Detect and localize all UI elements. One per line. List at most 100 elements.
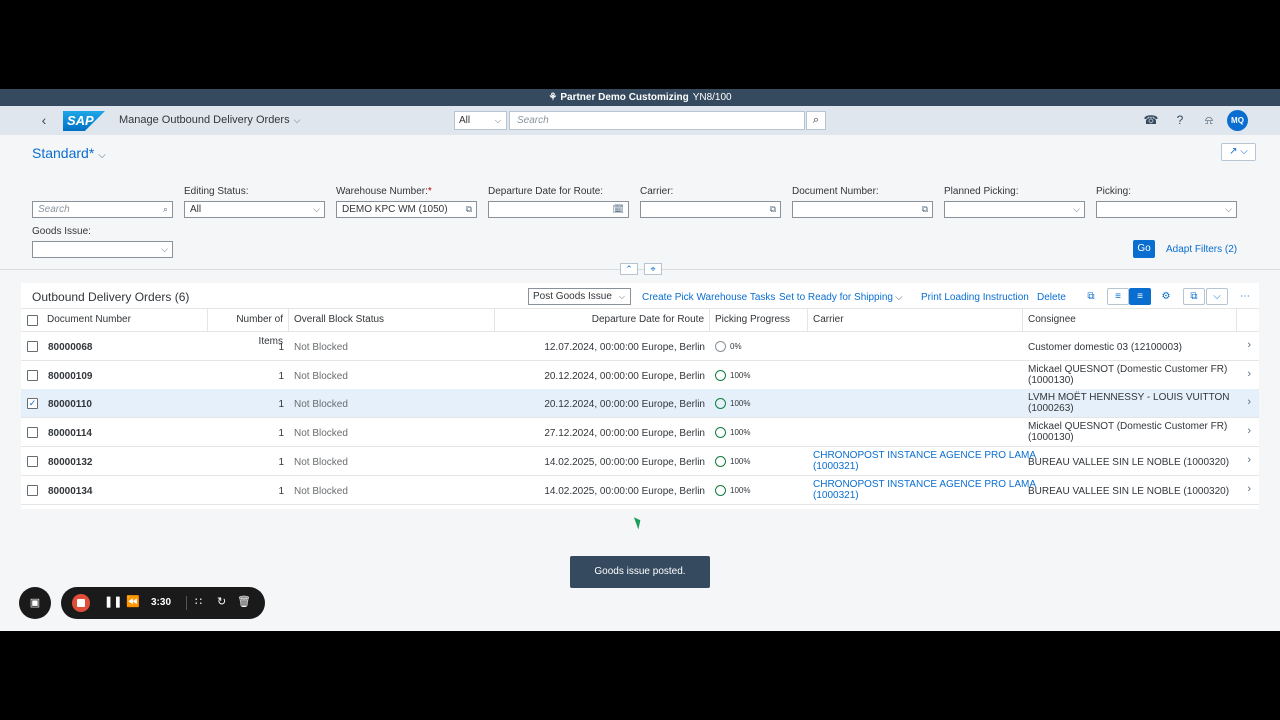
print-loading-button[interactable]: Print Loading Instruction xyxy=(921,292,1029,303)
carrier-id[interactable]: (1000321) xyxy=(813,490,1036,501)
warehouse-number-label-text: Warehouse Number: xyxy=(336,186,428,197)
table-header: Document Number Number of Items Overall … xyxy=(21,308,1259,347)
column-picking-progress[interactable]: Picking Progress xyxy=(710,309,808,331)
row-checkbox[interactable] xyxy=(27,341,38,352)
camera-icon[interactable]: ▣ xyxy=(19,587,51,619)
search-icon[interactable]: ⌕ xyxy=(806,111,826,130)
more-actions-chevron-icon[interactable]: ⌵ xyxy=(895,292,903,303)
consignee-name: Customer domestic 03 (12100003) xyxy=(1028,342,1182,353)
rewind-icon[interactable]: ⏪ xyxy=(126,595,140,608)
carrier-name[interactable]: CHRONOPOST INSTANCE AGENCE PRO LAMA xyxy=(813,450,1036,461)
trash-icon[interactable]: 🗑 xyxy=(237,595,251,608)
grid-icon[interactable]: ∷ xyxy=(195,595,202,608)
app-window: ⚘ Partner Demo Customizing YN8/100 ‹ SAP… xyxy=(0,89,1280,631)
back-icon[interactable]: ‹ xyxy=(36,112,52,128)
select-all-checkbox[interactable] xyxy=(27,315,38,326)
picking-progress: 100% xyxy=(730,399,751,408)
row-checkbox[interactable] xyxy=(27,427,38,438)
copy-icon[interactable]: ⧉ xyxy=(1080,288,1102,305)
value-help-icon[interactable]: ⧉ xyxy=(770,202,776,217)
shell-search-input[interactable]: Search xyxy=(509,111,805,130)
share-button[interactable]: ↗ ⌵ xyxy=(1221,143,1256,161)
table-row[interactable]: 80000109 1 Not Blocked 20.12.2024, 00:00… xyxy=(21,361,1259,390)
ready-for-shipping-button[interactable]: Set to Ready for Shipping xyxy=(779,292,893,303)
warehouse-number-input[interactable]: DEMO KPC WM (1050) ⧉ xyxy=(336,201,477,218)
row-checkbox[interactable] xyxy=(27,456,38,467)
goods-issue-select[interactable]: ⌵ xyxy=(32,241,173,258)
column-number-of-items[interactable]: Number of Items xyxy=(208,309,289,347)
align-right-icon[interactable]: ≡ xyxy=(1107,288,1129,305)
document-number[interactable]: 80000109 xyxy=(48,371,93,382)
delete-button[interactable]: Delete xyxy=(1037,292,1066,303)
carrier-link[interactable]: CHRONOPOST INSTANCE AGENCE PRO LAMA (100… xyxy=(813,450,1036,472)
value-help-icon[interactable]: ⧉ xyxy=(466,202,472,217)
departure-date: 20.12.2024, 00:00:00 Europe, Berlin xyxy=(544,371,705,382)
align-top-icon[interactable]: ≡ xyxy=(1129,288,1151,305)
number-of-items: 1 xyxy=(278,486,284,497)
column-departure-date[interactable]: Departure Date for Route xyxy=(495,309,710,331)
row-checkbox[interactable] xyxy=(27,485,38,496)
chevron-right-icon[interactable]: › xyxy=(1247,425,1251,437)
collapse-header-button[interactable]: ⌃ xyxy=(620,263,638,275)
picking-select[interactable]: ⌵ xyxy=(1096,201,1237,218)
chevron-right-icon[interactable]: › xyxy=(1247,368,1251,380)
departure-date-input[interactable]: 🗓 xyxy=(488,201,629,218)
row-checkbox[interactable] xyxy=(27,370,38,381)
table-row[interactable]: 80000132 1 Not Blocked 14.02.2025, 00:00… xyxy=(21,447,1259,476)
planned-picking-select[interactable]: ⌵ xyxy=(944,201,1085,218)
calendar-icon[interactable]: 🗓 xyxy=(613,202,624,217)
consignee-name: LVMH MOËT HENNESSY - LOUIS VUITTON xyxy=(1028,392,1230,403)
help-icon[interactable]: ? xyxy=(1172,113,1188,129)
post-goods-issue-button[interactable]: Post Goods Issue ⌵ xyxy=(528,288,631,305)
carrier-input[interactable]: ⧉ xyxy=(640,201,781,218)
number-of-items: 1 xyxy=(278,342,284,353)
chevron-right-icon[interactable]: › xyxy=(1247,396,1251,408)
column-document-number[interactable]: Document Number xyxy=(42,309,208,331)
restart-icon[interactable]: ↻ xyxy=(217,595,226,608)
table-row[interactable]: 80000068 1 Not Blocked 12.07.2024, 00:00… xyxy=(21,332,1259,361)
filter-search-input[interactable]: Search ⌕ xyxy=(32,201,173,218)
document-number[interactable]: 80000110 xyxy=(48,399,92,410)
column-consignee[interactable]: Consignee xyxy=(1023,309,1237,331)
column-block-status[interactable]: Overall Block Status xyxy=(289,309,495,331)
table-row[interactable]: 80000114 1 Not Blocked 27.12.2024, 00:00… xyxy=(21,418,1259,447)
table-row[interactable]: 80000134 1 Not Blocked 14.02.2025, 00:00… xyxy=(21,476,1259,505)
value-help-icon[interactable]: ⧉ xyxy=(922,202,928,217)
chevron-right-icon[interactable]: › xyxy=(1247,454,1251,466)
variant-selector[interactable]: Standard* ⌵ xyxy=(32,145,106,161)
search-scope-select[interactable]: All ⌵ xyxy=(454,111,507,130)
avatar[interactable]: MQ xyxy=(1227,110,1248,131)
carrier-link[interactable]: CHRONOPOST INSTANCE AGENCE PRO LAMA (100… xyxy=(813,479,1036,501)
chevron-right-icon[interactable]: › xyxy=(1247,483,1251,495)
document-number[interactable]: 80000132 xyxy=(48,457,93,468)
carrier-id[interactable]: (1000321) xyxy=(813,461,1036,472)
document-number[interactable]: 80000114 xyxy=(48,428,92,439)
export-icon[interactable]: ⧉ xyxy=(1183,288,1205,305)
chevron-down-icon[interactable]: ⌵ xyxy=(1206,288,1228,305)
pin-header-button[interactable]: ⌖ xyxy=(644,263,662,275)
search-placeholder: Search xyxy=(38,204,70,215)
stop-record-button[interactable] xyxy=(72,594,90,612)
gear-icon[interactable]: ⚙ xyxy=(1155,288,1177,305)
table-row[interactable]: ✓ 80000110 1 Not Blocked 20.12.2024, 00:… xyxy=(21,389,1259,418)
document-number-input[interactable]: ⧉ xyxy=(792,201,933,218)
sap-logo[interactable]: SAP xyxy=(63,111,105,131)
support-icon[interactable]: ☎ xyxy=(1143,113,1159,129)
row-checkbox[interactable]: ✓ xyxy=(27,398,38,409)
document-number[interactable]: 80000134 xyxy=(48,486,93,497)
pause-icon[interactable]: ❚❚ xyxy=(104,595,122,608)
app-title-menu[interactable]: Manage Outbound Delivery Orders ⌵ xyxy=(119,114,300,126)
chevron-right-icon[interactable]: › xyxy=(1247,339,1251,351)
document-number-label: Document Number: xyxy=(792,186,879,197)
create-pick-tasks-button[interactable]: Create Pick Warehouse Tasks xyxy=(642,292,775,303)
adapt-filters-button[interactable]: Adapt Filters (2) xyxy=(1166,244,1237,255)
block-status: Not Blocked xyxy=(294,428,348,439)
document-number[interactable]: 80000068 xyxy=(48,342,93,353)
overflow-icon[interactable]: ⋯ xyxy=(1234,288,1256,305)
editing-status-select[interactable]: All ⌵ xyxy=(184,201,325,218)
carrier-name[interactable]: CHRONOPOST INSTANCE AGENCE PRO LAMA xyxy=(813,479,1036,490)
bell-icon[interactable]: ⍾ xyxy=(1201,113,1217,129)
go-button[interactable]: Go xyxy=(1133,240,1155,258)
column-carrier[interactable]: Carrier xyxy=(808,309,1023,331)
goods-issue-label: Goods Issue: xyxy=(32,226,91,237)
